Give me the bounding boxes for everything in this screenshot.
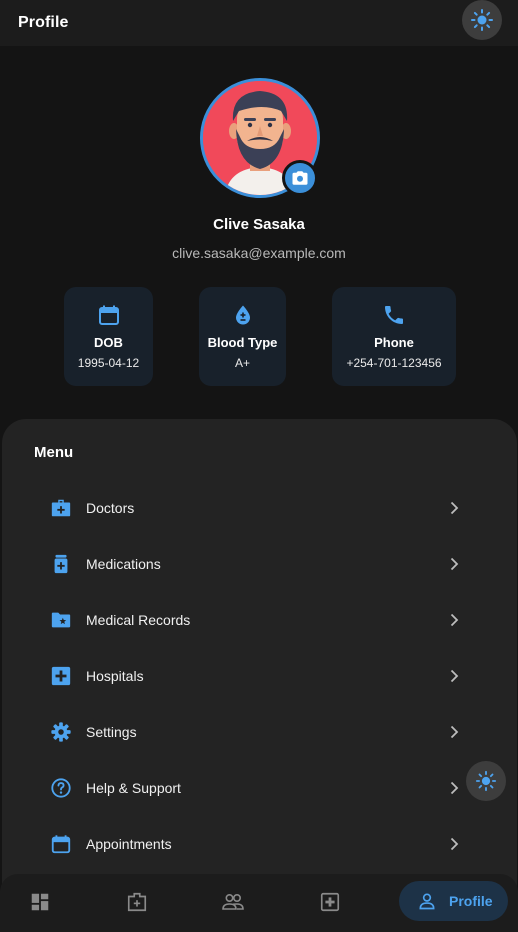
blood-type-card: Blood Type A+ — [199, 287, 286, 386]
help-circle-icon — [51, 778, 71, 798]
dashboard-icon — [31, 893, 49, 911]
avatar-container — [200, 78, 320, 198]
nav-profile-label: Profile — [449, 893, 493, 909]
calendar-icon — [98, 305, 119, 325]
chevron-right-icon — [450, 557, 459, 571]
dob-value: 1995-04-12 — [77, 356, 140, 370]
profile-name: Clive Sasaka — [213, 216, 305, 233]
menu-title: Menu — [34, 444, 74, 461]
menu-item-label: Help & Support — [86, 780, 181, 796]
hospital-cross-icon — [320, 892, 340, 912]
nav-community[interactable] — [219, 888, 247, 916]
chevron-right-icon — [450, 669, 459, 683]
medical-bag-icon — [51, 499, 71, 517]
person-icon — [419, 893, 435, 910]
menu-item-label: Medical Records — [86, 612, 191, 628]
menu-item-hospitals[interactable]: Hospitals — [2, 648, 517, 704]
menu-item-label: Doctors — [86, 500, 135, 516]
dob-card: DOB 1995-04-12 — [64, 287, 153, 386]
menu-item-label: Hospitals — [86, 668, 144, 684]
chevron-right-icon — [450, 781, 459, 795]
camera-icon — [292, 171, 308, 185]
theme-toggle-button[interactable] — [462, 0, 502, 40]
blood-type-label: Blood Type — [207, 335, 278, 350]
nav-hospitals[interactable] — [316, 888, 344, 916]
menu-item-medical-records[interactable]: Medical Records — [2, 592, 517, 648]
people-icon — [222, 894, 244, 910]
hospital-cross-icon — [51, 666, 71, 686]
floating-theme-toggle-button[interactable] — [466, 761, 506, 801]
page-title: Profile — [18, 14, 69, 31]
phone-icon — [385, 306, 403, 324]
app-bar: Profile — [0, 0, 518, 46]
chevron-right-icon — [450, 837, 459, 851]
menu-item-label: Settings — [86, 724, 137, 740]
sun-icon — [475, 770, 497, 792]
menu-item-help-support[interactable]: Help & Support — [2, 760, 517, 816]
menu-item-settings[interactable]: Settings — [2, 704, 517, 760]
phone-card: Phone +254-701-123456 — [332, 287, 456, 386]
medication-bottle-icon — [54, 554, 68, 574]
phone-label: Phone — [374, 335, 414, 350]
gear-icon — [51, 722, 71, 742]
phone-value: +254-701-123456 — [346, 356, 442, 370]
change-photo-button[interactable] — [282, 160, 318, 196]
calendar-icon — [51, 835, 71, 854]
chevron-right-icon — [450, 725, 459, 739]
nav-doctors[interactable] — [123, 888, 151, 916]
dob-label: DOB — [94, 335, 123, 350]
bottom-nav: Profile — [0, 874, 518, 932]
blood-drop-icon — [235, 305, 250, 325]
profile-email: clive.sasaka@example.com — [172, 245, 346, 261]
nav-dashboard[interactable] — [26, 888, 54, 916]
nav-profile[interactable]: Profile — [399, 881, 508, 921]
menu-item-label: Medications — [86, 556, 161, 572]
medical-bag-icon — [127, 892, 147, 912]
menu-item-label: Appointments — [86, 836, 172, 852]
menu-item-doctors[interactable]: Doctors — [2, 480, 517, 536]
menu-item-appointments[interactable]: Appointments — [2, 816, 517, 872]
chevron-right-icon — [450, 613, 459, 627]
menu-panel: Menu Doctors Medications Medical Records… — [2, 419, 517, 889]
menu-item-medications[interactable]: Medications — [2, 536, 517, 592]
sun-icon — [471, 9, 493, 31]
folder-star-icon — [51, 612, 71, 628]
chevron-right-icon — [450, 501, 459, 515]
blood-type-value: A+ — [234, 356, 250, 370]
